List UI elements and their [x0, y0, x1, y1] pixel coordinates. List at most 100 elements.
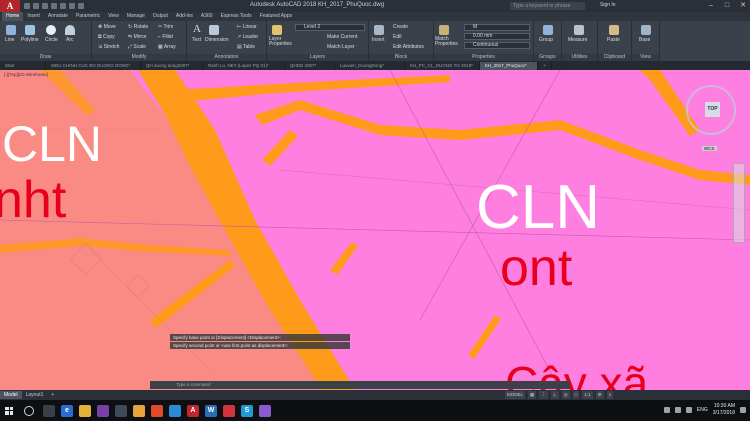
paste-icon[interactable] [609, 25, 619, 35]
file-tab[interactable]: Ranh Lo, NET (Lopez PQ 01)* [203, 61, 285, 70]
viewcube[interactable]: TOP [686, 85, 736, 135]
command-input[interactable]: Type a command [150, 381, 570, 389]
save-as-icon[interactable] [51, 3, 57, 9]
utilities-panel-label[interactable]: Utilities [562, 54, 597, 61]
tab-express-tools[interactable]: Express Tools [217, 12, 256, 21]
base-view-icon[interactable] [641, 25, 651, 35]
onenote-icon[interactable] [97, 404, 109, 417]
table-button[interactable]: ▤ Table [237, 44, 255, 50]
wcs-menu[interactable]: WCS [702, 146, 717, 151]
match-properties-button[interactable]: Match Properties [435, 37, 461, 47]
line-icon[interactable] [6, 25, 16, 35]
osnap-toggle-icon[interactable]: □ [572, 391, 580, 399]
volume-icon[interactable] [685, 407, 692, 413]
linear-button[interactable]: ⊢ Linear [237, 24, 257, 30]
file-tab-active[interactable]: KH_2017_PhuQuoc* [480, 61, 538, 70]
drawing-canvas[interactable]: [-][Top][2D Wireframe] CLN nht CLN ont C… [0, 70, 750, 390]
save-icon[interactable] [42, 3, 48, 9]
redo-icon[interactable] [78, 3, 84, 9]
arc-button[interactable]: Arc [66, 37, 74, 43]
close-icon[interactable]: ✕ [738, 1, 748, 10]
tab-insert[interactable]: Insert [23, 12, 44, 21]
file-tab[interactable]: QHDD 2007* [285, 61, 335, 70]
measure-icon[interactable] [574, 25, 584, 35]
autocad-taskbar-icon[interactable]: A [187, 404, 199, 417]
match-layer-button[interactable]: Match Layer [327, 44, 355, 50]
make-current-button[interactable]: Make Current [327, 34, 357, 40]
layer-properties-icon[interactable] [272, 25, 282, 35]
match-properties-icon[interactable] [439, 25, 449, 35]
app-icon[interactable] [169, 404, 181, 417]
layer-properties-button[interactable]: Layer Properties [269, 37, 293, 47]
model-space-toggle[interactable]: MODEL [505, 391, 526, 399]
polyline-button[interactable]: Polyline [21, 37, 39, 43]
tab-add-ins[interactable]: Add-ins [172, 12, 197, 21]
snap-toggle-icon[interactable]: ⋮ [539, 391, 548, 399]
stretch-button[interactable]: ⇲ Stretch [98, 44, 119, 50]
new-file-icon[interactable] [24, 3, 30, 9]
autocad-logo-icon[interactable]: A [0, 0, 20, 12]
fillet-button[interactable]: ⌐ Fillet [158, 34, 173, 40]
tab-home[interactable]: Home [2, 12, 24, 21]
file-explorer-icon[interactable] [79, 404, 91, 417]
search-input[interactable]: Type a keyword or phrase [510, 2, 585, 10]
trim-button[interactable]: ✂ Trim [158, 24, 173, 30]
leader-button[interactable]: ↗ Leader [237, 34, 258, 40]
search-icon[interactable] [24, 405, 34, 416]
scale-button[interactable]: ⤢ Scale [128, 44, 146, 50]
clipboard-panel-label[interactable]: Clipboard [598, 54, 631, 61]
group-icon[interactable] [543, 25, 553, 35]
create-block-button[interactable]: Create [393, 24, 408, 30]
layer-dropdown[interactable]: Level 2 [295, 24, 365, 31]
viber-icon[interactable] [259, 404, 271, 417]
linetype-dropdown[interactable]: Continuous [464, 42, 530, 49]
edge-browser-icon[interactable]: e [61, 404, 73, 417]
network-icon[interactable] [674, 407, 681, 413]
group-button[interactable]: Group [539, 37, 553, 43]
move-button[interactable]: ✥ Move [98, 24, 116, 30]
circle-icon[interactable] [46, 25, 56, 35]
polar-toggle-icon[interactable]: ◎ [561, 391, 570, 399]
chrome-browser-icon[interactable] [151, 404, 163, 417]
photos-icon[interactable] [133, 404, 145, 417]
customize-menu-icon[interactable]: ≡ [606, 391, 614, 399]
viewport-label[interactable]: [-][Top][2D Wireframe] [4, 72, 48, 77]
color-dropdown[interactable]: M [464, 24, 530, 31]
insert-block-icon[interactable] [374, 25, 384, 35]
model-tab[interactable]: Model [0, 391, 22, 399]
annotation-panel-label[interactable]: Annotation [187, 54, 266, 61]
layers-panel-label[interactable]: Layers [267, 54, 368, 61]
modify-panel-label[interactable]: Modify [92, 54, 186, 61]
block-panel-label[interactable]: Block [369, 54, 433, 61]
measure-button[interactable]: Measure [568, 37, 587, 43]
view-panel-label[interactable]: View [632, 54, 659, 61]
store-icon[interactable] [115, 404, 127, 417]
text-icon[interactable]: A [193, 23, 201, 35]
file-tab[interactable]: Luuvien_DuongDong* [335, 61, 405, 70]
groups-panel-label[interactable]: Groups [534, 54, 561, 61]
undo-icon[interactable] [69, 3, 75, 9]
workspace-gear-icon[interactable]: ⚙ [595, 391, 604, 399]
insert-button[interactable]: Insert [372, 37, 385, 43]
array-button[interactable]: ▦ Array [158, 44, 176, 50]
tray-chevron-icon[interactable] [663, 407, 670, 413]
arc-icon[interactable] [65, 25, 75, 35]
tab-annotate[interactable]: Annotate [44, 12, 72, 21]
annotation-scale[interactable]: 1:1 [582, 391, 593, 399]
language-indicator[interactable]: ENG [697, 407, 708, 413]
file-tab[interactable]: KH_PC_CL_DUONG TO 2018* [405, 61, 480, 70]
edit-block-button[interactable]: Edit [393, 34, 402, 40]
circle-button[interactable]: Circle [45, 37, 58, 43]
edit-attributes-button[interactable]: Edit Attributes [393, 44, 424, 50]
paste-button[interactable]: Paste [607, 37, 620, 43]
draw-panel-label[interactable]: Draw [0, 54, 91, 61]
add-layout-button[interactable]: + [47, 391, 58, 399]
start-button[interactable] [0, 400, 18, 421]
copy-button[interactable]: ⧉ Copy [98, 34, 115, 40]
new-tab-button[interactable]: + [538, 61, 552, 70]
tab-parametric[interactable]: Parametric [72, 12, 104, 21]
clock[interactable]: 10:30 AM 3/17/2018 [713, 403, 735, 417]
lineweight-dropdown[interactable]: 0.00 mm [464, 33, 530, 40]
ortho-toggle-icon[interactable]: ⊥ [550, 391, 559, 399]
tab-output[interactable]: Output [149, 12, 172, 21]
